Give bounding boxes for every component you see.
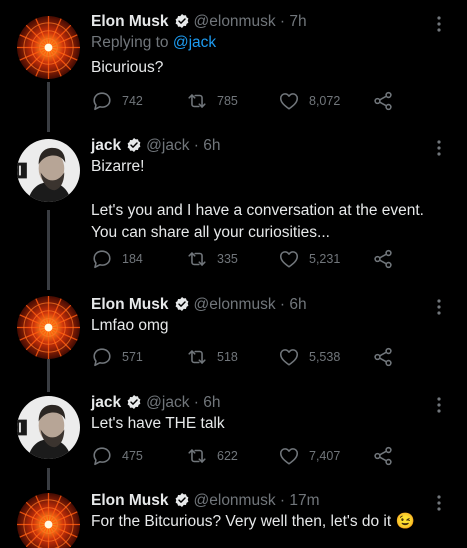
handle[interactable]: @elonmusk	[194, 13, 276, 30]
tweet-text: Lmfao omg	[91, 317, 169, 334]
timestamp[interactable]: 6h	[289, 296, 306, 313]
display-name[interactable]: jack	[91, 394, 121, 411]
tweet-text: Bizarre! Let's you and I have a conversa…	[91, 158, 424, 241]
reply-button[interactable]: 571	[91, 346, 143, 368]
tweet-text: Let's have THE talk	[91, 415, 225, 432]
share-icon	[372, 248, 394, 270]
retweet-icon	[186, 90, 208, 112]
more-options-icon[interactable]	[429, 395, 449, 415]
display-name[interactable]: Elon Musk	[91, 492, 169, 509]
retweet-icon	[186, 248, 208, 270]
tweet-actions: 742 785 8,072	[91, 90, 401, 112]
handle[interactable]: @elonmusk	[194, 492, 276, 509]
tweet[interactable]: jack @jack · 6h Bizarre! Let's you and I …	[0, 136, 467, 286]
timestamp[interactable]: 6h	[203, 137, 220, 154]
heart-icon	[278, 346, 300, 368]
replying-to-link[interactable]: @jack	[173, 34, 216, 51]
reply-button[interactable]: 742	[91, 90, 143, 112]
separator: ·	[279, 13, 286, 30]
tweet-text: For the Bitcurious? Very well then, let'…	[91, 513, 415, 530]
share-button[interactable]	[372, 346, 394, 368]
reply-icon	[91, 248, 113, 270]
reply-icon	[91, 445, 113, 467]
timestamp[interactable]: 7h	[289, 13, 306, 30]
heart-icon	[278, 90, 300, 112]
retweet-count: 518	[217, 350, 238, 364]
share-button[interactable]	[372, 445, 394, 467]
retweet-button[interactable]: 335	[186, 248, 238, 270]
reply-count: 184	[122, 252, 143, 266]
replying-to: Replying to @jack	[91, 34, 216, 52]
retweet-button[interactable]: 518	[186, 346, 238, 368]
like-button[interactable]: 5,538	[278, 346, 340, 368]
display-name[interactable]: Elon Musk	[91, 13, 169, 30]
like-count: 7,407	[309, 449, 341, 463]
tweet-actions: 475 622 7,407	[91, 445, 401, 467]
more-options-icon[interactable]	[429, 493, 449, 513]
tweet-actions: 571 518 5,538	[91, 346, 401, 368]
tweet-text: Bicurious?	[91, 59, 164, 76]
like-count: 5,231	[309, 252, 341, 266]
reply-count: 571	[122, 350, 143, 364]
reply-button[interactable]: 475	[91, 445, 143, 467]
retweet-button[interactable]: 622	[186, 445, 238, 467]
share-button[interactable]	[372, 90, 394, 112]
retweet-count: 622	[217, 449, 238, 463]
reply-count: 475	[122, 449, 143, 463]
retweet-count: 785	[217, 94, 238, 108]
share-icon	[372, 445, 394, 467]
more-options-icon[interactable]	[429, 14, 449, 34]
timestamp[interactable]: 17m	[289, 492, 319, 509]
like-count: 5,538	[309, 350, 341, 364]
retweet-icon	[186, 445, 208, 467]
more-options-icon[interactable]	[429, 297, 449, 317]
separator: ·	[193, 394, 199, 411]
tweet-header: Elon Musk @elonmusk · 7h	[91, 12, 307, 35]
avatar[interactable]	[17, 139, 80, 202]
share-icon	[372, 90, 394, 112]
timestamp[interactable]: 6h	[203, 394, 220, 411]
handle[interactable]: @jack	[146, 394, 189, 411]
avatar[interactable]	[17, 396, 80, 459]
like-button[interactable]: 8,072	[278, 90, 340, 112]
tweet[interactable]: Elon Musk @elonmusk · 6h Lmfao omg 571 51…	[0, 295, 467, 385]
tweet[interactable]: jack @jack · 6h Let's have THE talk 475 6…	[0, 393, 467, 483]
heart-icon	[278, 445, 300, 467]
display-name[interactable]: Elon Musk	[91, 296, 169, 313]
avatar[interactable]	[17, 493, 80, 548]
reply-icon	[91, 90, 113, 112]
avatar[interactable]	[17, 296, 80, 359]
reply-count: 742	[122, 94, 143, 108]
separator: ·	[193, 137, 199, 154]
avatar[interactable]	[17, 16, 80, 79]
like-button[interactable]: 5,231	[278, 248, 340, 270]
tweet-actions: 184 335 5,231	[91, 248, 401, 270]
more-options-icon[interactable]	[429, 138, 449, 158]
replying-to-label: Replying to	[91, 34, 173, 51]
retweet-button[interactable]: 785	[186, 90, 238, 112]
reply-icon	[91, 346, 113, 368]
share-button[interactable]	[372, 248, 394, 270]
tweet[interactable]: Elon Musk @elonmusk · 7h Replying to @jac…	[0, 12, 467, 122]
handle[interactable]: @jack	[146, 137, 189, 154]
handle[interactable]: @elonmusk	[194, 296, 276, 313]
reply-button[interactable]: 184	[91, 248, 143, 270]
verified-badge-icon	[174, 13, 190, 35]
separator: ·	[279, 492, 286, 509]
tweet[interactable]: Elon Musk @elonmusk · 17m For the Bitcuri…	[0, 491, 467, 548]
retweet-icon	[186, 346, 208, 368]
like-count: 8,072	[309, 94, 341, 108]
like-button[interactable]: 7,407	[278, 445, 340, 467]
retweet-count: 335	[217, 252, 238, 266]
separator: ·	[279, 296, 286, 313]
share-icon	[372, 346, 394, 368]
display-name[interactable]: jack	[91, 137, 121, 154]
heart-icon	[278, 248, 300, 270]
